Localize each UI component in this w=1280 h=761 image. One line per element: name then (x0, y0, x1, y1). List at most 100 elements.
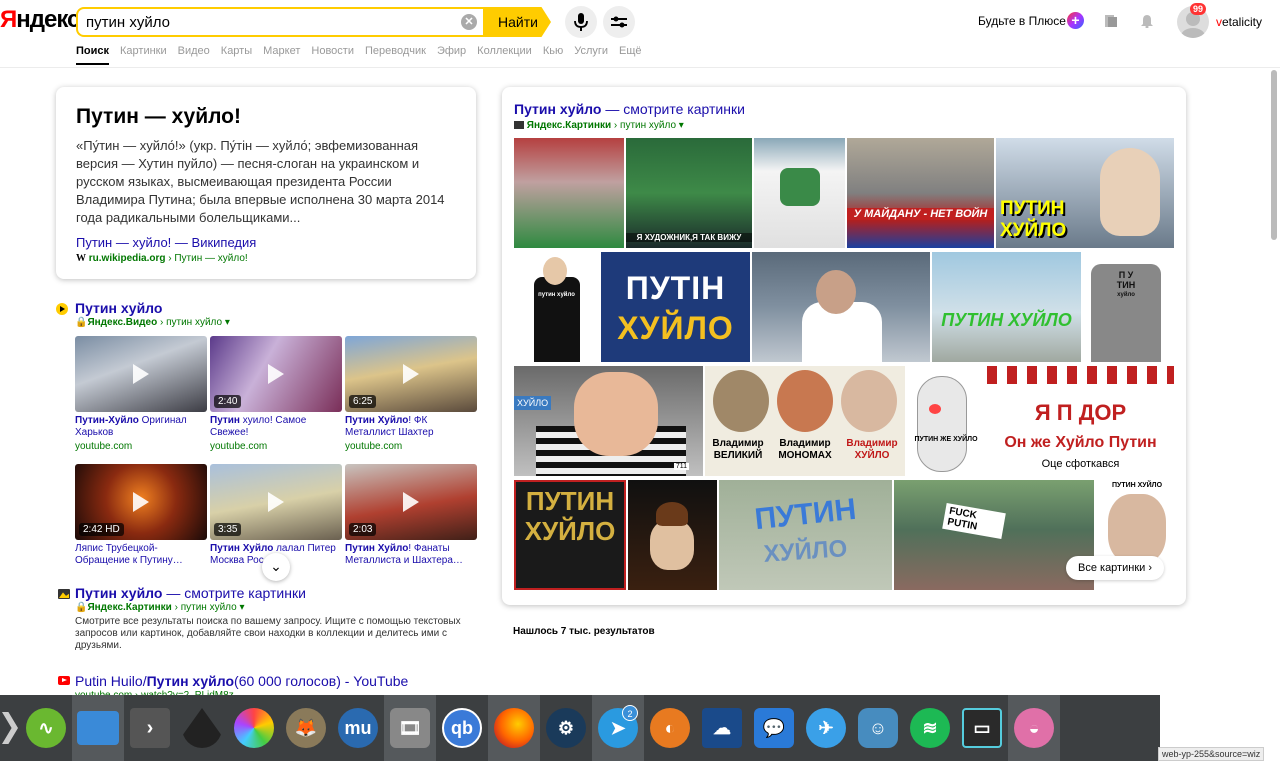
image-thumbnail[interactable]: ПУТИН ХУЙЛО (514, 480, 626, 590)
video-src-domain[interactable]: Яндекс.Видео (87, 317, 157, 328)
dock-partial-app[interactable] (0, 695, 20, 761)
dock-app-spotify[interactable]: ≋ (904, 695, 956, 761)
image-thumbnail[interactable]: ХУЙЛО 711 (514, 366, 703, 476)
image-thumbnail[interactable] (754, 138, 845, 248)
video-block-title[interactable]: Путин хуйло (75, 300, 162, 316)
tab-maps[interactable]: Карты (221, 45, 252, 65)
video-src-path[interactable]: › путин хуйло ▾ (160, 317, 230, 328)
notifications-bell-icon[interactable] (1140, 14, 1154, 28)
video-caption[interactable]: Путин Хуйло! Фанаты Металлиста и Шахтера… (345, 543, 477, 577)
wikipedia-icon: W (76, 253, 86, 264)
search-input[interactable]: путин хуйло ✕ (76, 7, 483, 37)
video-source[interactable]: youtube.com (210, 441, 342, 452)
dock-app-files[interactable] (72, 695, 124, 761)
dock-app-video-editor[interactable]: 🎞 (384, 695, 436, 761)
image-thumbnail[interactable]: путин хуйло (514, 252, 599, 362)
yandex-logo[interactable]: Яндекс (0, 6, 80, 34)
dock-app-terminal[interactable]: › (124, 695, 176, 761)
tab-market[interactable]: Маркет (263, 45, 300, 65)
dock-app-krita[interactable] (228, 695, 280, 761)
image-thumbnail[interactable]: ПУТИН ХУЙЛО (719, 480, 892, 590)
image-thumbnail[interactable] (752, 252, 930, 362)
image-thumbnail[interactable]: ПУТИН ХУЙЛО (996, 138, 1174, 248)
tab-news[interactable]: Новости (311, 45, 354, 65)
image-thumbnail[interactable]: Я ХУДОЖНИК,Я ТАК ВИЖУ (626, 138, 752, 248)
filters-icon (611, 16, 627, 28)
tab-video[interactable]: Видео (178, 45, 210, 65)
find-button[interactable]: Найти (483, 7, 551, 37)
video-source[interactable]: youtube.com (345, 441, 477, 452)
expand-videos-button[interactable]: ⌄ (262, 553, 290, 581)
video-thumbnail[interactable]: 3:35 (210, 464, 342, 540)
tab-images[interactable]: Картинки (120, 45, 167, 65)
video-item[interactable]: 2:03 Путин Хуйло! Фанаты Металлиста и Ша… (345, 464, 477, 577)
dock-app-qbittorrent[interactable]: qb (436, 695, 488, 761)
images-result-title[interactable]: Путин хуйло — смотрите картинки (75, 585, 306, 601)
wiki-source-domain[interactable]: ru.wikipedia.org (89, 253, 166, 264)
dock-app-cloud[interactable]: ☁ (696, 695, 748, 761)
wiki-link[interactable]: Путин — хуйло! — Википедия (76, 235, 456, 250)
video-thumbnail[interactable]: 2:40 (210, 336, 342, 412)
dock-app-telegram[interactable]: ➤ 2 (592, 695, 644, 761)
image-thumbnail[interactable]: ПУТИН ХУЙЛО (932, 252, 1081, 362)
dock-app-pink[interactable]: ◒ (1008, 695, 1060, 761)
dock-app-firefox[interactable] (488, 695, 540, 761)
dock-app-cassette[interactable]: ▭ (956, 695, 1008, 761)
images-card-src-path[interactable]: › путин хуйло ▾ (614, 120, 684, 131)
video-caption[interactable]: Ляпис Трубецкой- Обращение к Путину… (75, 543, 207, 577)
plus-icon[interactable]: + (1067, 12, 1084, 29)
video-source[interactable]: youtube.com (75, 441, 207, 452)
wiki-source-path[interactable]: › Путин — хуйло! (168, 253, 247, 264)
dock-app-godot[interactable]: ☺ (852, 695, 904, 761)
video-thumbnail[interactable]: 2:42 HD (75, 464, 207, 540)
image-thumbnail[interactable]: У МАЙДАНУ - НЕТ ВОЙН (847, 138, 994, 248)
tab-translator[interactable]: Переводчик (365, 45, 426, 65)
video-thumbnail[interactable] (75, 336, 207, 412)
image-thumbnail[interactable]: Я П ДОР Он же Хуйло Путин Оце сфоткався (987, 366, 1174, 476)
dock-app-messages[interactable]: 💬 (748, 695, 800, 761)
tab-services[interactable]: Услуги (574, 45, 608, 65)
video-item[interactable]: 2:40 Путин хуило! Самое Свежее! youtube.… (210, 336, 342, 460)
tab-more[interactable]: Ещё (619, 45, 642, 65)
play-icon (133, 364, 149, 384)
image-thumbnail[interactable] (514, 138, 624, 248)
images-src-path[interactable]: › путин хуйло ▾ (175, 602, 245, 613)
images-src-domain[interactable]: Яндекс.Картинки (87, 602, 171, 613)
dock-app-steam[interactable]: ⚙ (540, 695, 592, 761)
clear-search-icon[interactable]: ✕ (461, 14, 477, 30)
collections-icon[interactable] (1104, 14, 1118, 28)
youtube-result-title[interactable]: Putin Huilo/Путин хуйло(60 000 голосов) … (75, 673, 408, 689)
image-thumbnail[interactable] (628, 480, 717, 590)
images-card-title[interactable]: Путин хуйло — смотрите картинки (514, 101, 745, 117)
image-thumbnail[interactable]: Владимир ВЕЛИКИЙ Владимир МОНОМАХ Владим… (705, 366, 905, 476)
page-scrollbar[interactable] (1271, 70, 1277, 240)
video-thumbnail[interactable]: 2:03 (345, 464, 477, 540)
all-images-button[interactable]: Все картинки › (1066, 556, 1165, 580)
dock-app-inkscape[interactable] (176, 695, 228, 761)
images-result-snippet: Смотрите все результаты поиска по вашему… (75, 616, 461, 651)
username-link[interactable]: vetalicity (1216, 15, 1262, 29)
voice-search-button[interactable] (565, 6, 597, 38)
video-item[interactable]: 6:25 Путин Хуйло! ФК Металлист Шахтер yo… (345, 336, 477, 460)
youtube-title-bold: Путин хуйло (146, 673, 235, 689)
tab-efir[interactable]: Эфир (437, 45, 466, 65)
dock-app-plane[interactable]: ✈ (800, 695, 852, 761)
image-thumbnail[interactable]: П У ТИН хуйло (1083, 252, 1169, 362)
tab-search[interactable]: Поиск (76, 45, 110, 65)
dock-app-blender[interactable]: ◐ (644, 695, 696, 761)
video-thumbnail[interactable]: 6:25 (345, 336, 477, 412)
tab-q[interactable]: Кью (543, 45, 563, 65)
tab-collections[interactable]: Коллекции (477, 45, 532, 65)
image-thumbnail[interactable]: ПУТИН ЖЕ ХУЙЛО (907, 366, 985, 476)
search-value[interactable]: путин хуйло (86, 14, 170, 31)
dock-app-gimp[interactable]: 🦊 (280, 695, 332, 761)
dock-app-mu[interactable]: mu (332, 695, 384, 761)
video-item[interactable]: Путин-Хуйло Оригинал Харьков youtube.com (75, 336, 207, 460)
plus-promo-link[interactable]: Будьте в Плюсе (978, 14, 1066, 28)
image-thumbnail[interactable]: FUCK PUTIN (894, 480, 1094, 590)
dock-app-terminal-green[interactable]: ∿ (20, 695, 72, 761)
image-thumbnail[interactable]: ПУТІН ХУЙЛО (601, 252, 750, 362)
search-settings-button[interactable] (603, 6, 635, 38)
video-item[interactable]: 2:42 HD Ляпис Трубецкой- Обращение к Пут… (75, 464, 207, 577)
images-card-src-domain[interactable]: Яндекс.Картинки (527, 120, 611, 131)
